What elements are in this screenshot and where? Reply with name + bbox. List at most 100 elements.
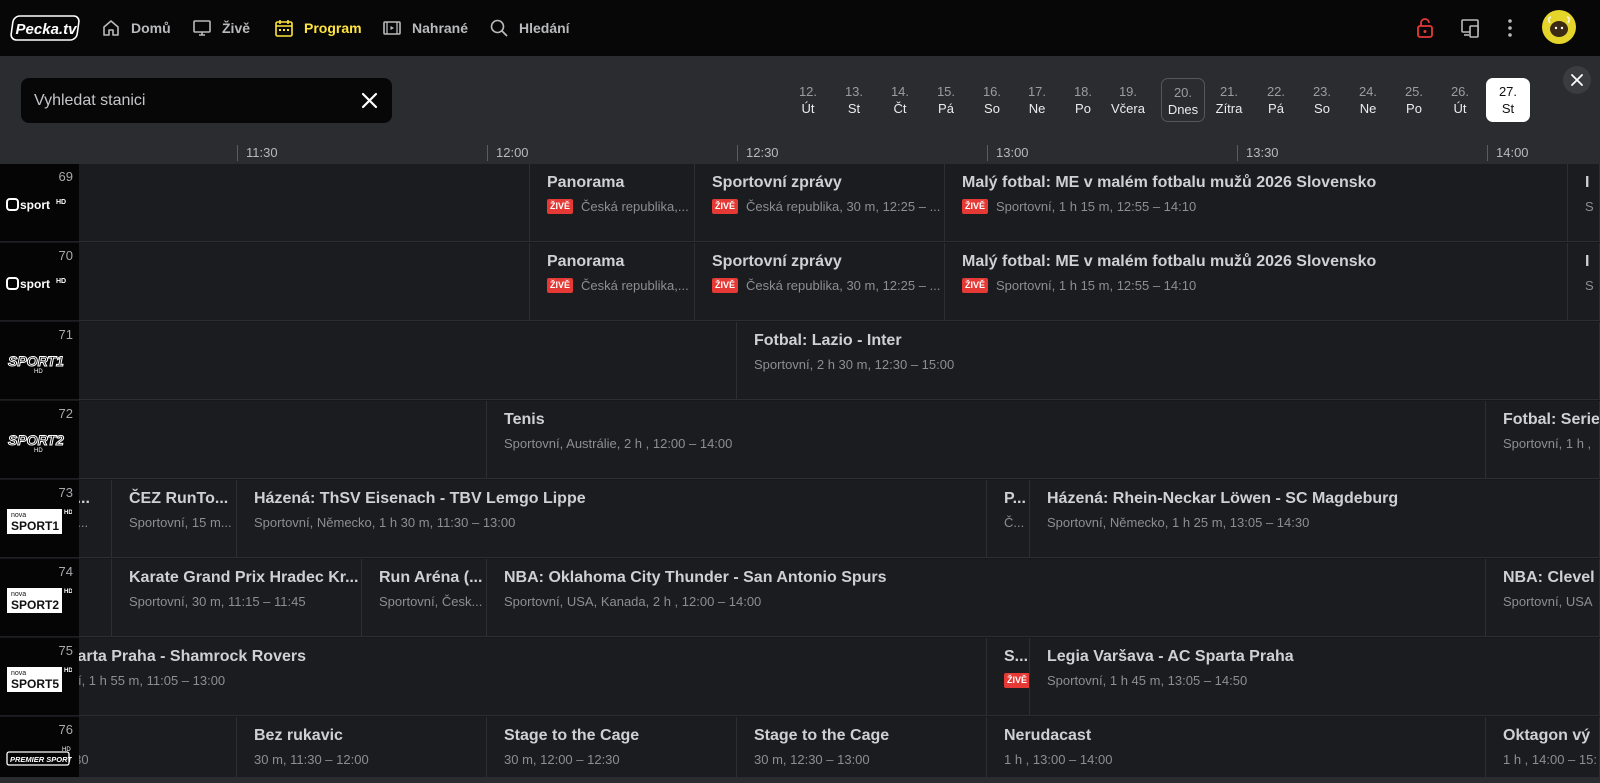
channel-cell[interactable]: 69 sport HD xyxy=(0,164,79,242)
channel-cell[interactable]: 75 nova SPORT5 HD xyxy=(0,638,79,716)
svg-text:sport: sport xyxy=(20,198,50,212)
svg-text:HD: HD xyxy=(64,510,72,516)
live-badge: ŽIVĚ xyxy=(962,278,989,293)
horizontal-scrollbar[interactable] xyxy=(0,777,1600,783)
date-12[interactable]: 12. Út xyxy=(786,78,830,122)
date-19[interactable]: 19. Včera xyxy=(1106,78,1150,122)
lock-icon[interactable] xyxy=(1413,16,1437,40)
program-cell[interactable]: Sparta Praha - Shamrock Rovers ovní, 1 h … xyxy=(60,638,987,716)
program-cell[interactable]: Fotbal: Serie Sportovní, 1 h , xyxy=(1486,401,1600,479)
date-number: 18. xyxy=(1073,84,1093,99)
clear-search-icon[interactable] xyxy=(360,91,379,110)
program-cell[interactable]: Házená: Rhein-Neckar Löwen - SC Magdebur… xyxy=(1030,480,1600,558)
nav-search[interactable]: Hledání xyxy=(489,0,570,56)
program-cell[interactable]: P... Č... xyxy=(987,480,1030,558)
program-title: Sportovní zprávy xyxy=(712,174,842,191)
program-cell[interactable]: Bez rukavic 30 m, 11:30 – 12:00 xyxy=(237,717,487,783)
program-cell[interactable]: c11:30 xyxy=(60,717,237,783)
date-15[interactable]: 15. Pá xyxy=(924,78,968,122)
date-weekday: St xyxy=(1501,101,1515,116)
channel-cell[interactable]: 72 SPORT2 HD xyxy=(0,401,79,479)
nav-program[interactable]: Program xyxy=(274,0,362,56)
program-meta: ŽIVĚ Sportovní, 1 h 15 m, 12:55 – 14:10 xyxy=(962,199,1196,214)
program-cell[interactable] xyxy=(79,243,530,321)
station-search-box xyxy=(21,78,392,123)
program-cell[interactable] xyxy=(79,401,487,479)
program-cell[interactable] xyxy=(79,164,530,242)
program-cell[interactable]: Stage to the Cage 30 m, 12:30 – 13:00 xyxy=(737,717,987,783)
program-cell[interactable]: Sportovní zprávy ŽIVĚ Česká republika, 30 … xyxy=(695,164,945,242)
program-cell[interactable]: Házená: ThSV Eisenach - TBV Lemgo Lippe S… xyxy=(237,480,987,558)
nav-home[interactable]: Domů xyxy=(101,0,171,56)
program-meta-text: Sportovní, Česk... xyxy=(379,594,483,609)
program-meta: Sportovní, 30 m, 11:15 – 11:45 xyxy=(129,594,306,609)
pecka-logo[interactable]: Pecka.tv xyxy=(10,14,80,42)
program-cell[interactable]: Stage to the Cage 30 m, 12:00 – 12:30 xyxy=(487,717,737,783)
program-meta: Sportovní, Německo, 1 h 30 m, 11:30 – 13… xyxy=(254,515,515,530)
program-cell[interactable] xyxy=(79,322,737,400)
program-cell[interactable]: Karate Grand Prix Hradec Kr... Sportovní,… xyxy=(112,559,362,637)
nav-live[interactable]: Živě xyxy=(192,0,250,56)
program-cell[interactable]: Run Aréna (... Sportovní, Česk... xyxy=(362,559,487,637)
program-cell[interactable]: NBA: Clevel Sportovní, USA xyxy=(1486,559,1600,637)
program-cell[interactable]: S... ŽIVĚ xyxy=(987,638,1030,716)
program-cell[interactable]: NBA: Oklahoma City Thunder - San Antonio… xyxy=(487,559,1486,637)
program-cell[interactable]: IS xyxy=(1568,164,1600,242)
date-21[interactable]: 21. Zítra xyxy=(1207,78,1251,122)
channel-logo: sport HD xyxy=(6,188,72,222)
date-16[interactable]: 16. So xyxy=(970,78,1014,122)
channel-cell[interactable]: 74 nova SPORT2 HD xyxy=(0,559,79,637)
calendar-icon xyxy=(275,20,293,37)
svg-text:HD: HD xyxy=(56,278,66,285)
channel-logo: nova SPORT2 HD xyxy=(6,583,72,617)
nav-recordings[interactable]: Nahrané xyxy=(382,0,468,56)
program-cell[interactable]: Malý fotbal: ME v malém fotbalu mužů 202… xyxy=(945,164,1568,242)
date-26[interactable]: 26. Út xyxy=(1438,78,1482,122)
program-cell[interactable]: Legia Varšava - AC Sparta Praha Sportovní… xyxy=(1030,638,1600,716)
channel-cell[interactable]: 76 PREMIER SPORT 3 HD xyxy=(0,717,79,783)
program-cell[interactable]: Tenis Sportovní, Austrálie, 2 h , 12:00 –… xyxy=(487,401,1486,479)
program-meta: Sportovní, Německo, 1 h 25 m, 13:05 – 14… xyxy=(1047,515,1309,530)
time-marker: 13:00 xyxy=(987,145,1029,161)
channel-row: c11:30 Bez rukavic 30 m, 11:30 – 12:00 Stag… xyxy=(0,717,1600,783)
devices-icon[interactable] xyxy=(1458,16,1482,40)
close-panel-button[interactable] xyxy=(1563,66,1591,94)
program-cell[interactable]: Fotbal: Lazio - Inter Sportovní, 2 h 30 m… xyxy=(737,322,1600,400)
date-20[interactable]: 20. Dnes xyxy=(1161,78,1205,122)
program-cell[interactable]: Oktagon vý 1 h , 14:00 – 15: xyxy=(1486,717,1600,783)
program-cell[interactable]: Malý fotbal: ME v malém fotbalu mužů 202… xyxy=(945,243,1568,321)
nav-recordings-label: Nahrané xyxy=(412,20,469,36)
more-vertical-icon[interactable] xyxy=(1498,16,1522,40)
program-cell[interactable]: Nerudacast 1 h , 13:00 – 14:00 xyxy=(987,717,1486,783)
svg-text:HD: HD xyxy=(34,369,43,375)
date-25[interactable]: 25. Po xyxy=(1392,78,1436,122)
program-title: Fotbal: Lazio - Inter xyxy=(754,332,902,349)
program-cell[interactable]: Panorama ŽIVĚ Česká republika,... xyxy=(530,243,695,321)
date-18[interactable]: 18. Po xyxy=(1061,78,1105,122)
station-search-input[interactable] xyxy=(34,78,334,123)
svg-text:PREMIER SPORT 3: PREMIER SPORT 3 xyxy=(10,755,72,764)
program-meta: 30 m, 12:30 – 13:00 xyxy=(754,752,870,767)
program-cell[interactable]: IS xyxy=(1568,243,1600,321)
channel-cell[interactable]: 73 nova SPORT1 HD xyxy=(0,480,79,558)
channel-number: 74 xyxy=(58,564,73,579)
channel-cell[interactable]: 71 SPORT1 HD xyxy=(0,322,79,400)
date-22[interactable]: 22. Pá xyxy=(1254,78,1298,122)
date-14[interactable]: 14. Čt xyxy=(878,78,922,122)
date-13[interactable]: 13. St xyxy=(832,78,876,122)
channel-number: 72 xyxy=(58,406,73,421)
program-cell[interactable]: ČEZ RunTo... Sportovní, 15 m... xyxy=(112,480,237,558)
program-meta-text: Sportovní, 1 h , xyxy=(1503,436,1592,451)
date-24[interactable]: 24. Ne xyxy=(1346,78,1390,122)
date-23[interactable]: 23. So xyxy=(1300,78,1344,122)
date-27[interactable]: 27. St xyxy=(1486,78,1530,122)
channel-cell[interactable]: 70 sport HD xyxy=(0,243,79,321)
bison-avatar[interactable] xyxy=(1542,10,1576,44)
program-title: Házená: Rhein-Neckar Löwen - SC Magdebur… xyxy=(1047,490,1399,507)
svg-text:SPORT1: SPORT1 xyxy=(11,519,59,533)
date-number: 12. xyxy=(798,84,818,99)
date-17[interactable]: 17. Ne xyxy=(1015,78,1059,122)
program-cell[interactable]: Panorama ŽIVĚ Česká republika,... xyxy=(530,164,695,242)
program-cell[interactable] xyxy=(79,559,112,637)
program-cell[interactable]: Sportovní zprávy ŽIVĚ Česká republika, 30 … xyxy=(695,243,945,321)
